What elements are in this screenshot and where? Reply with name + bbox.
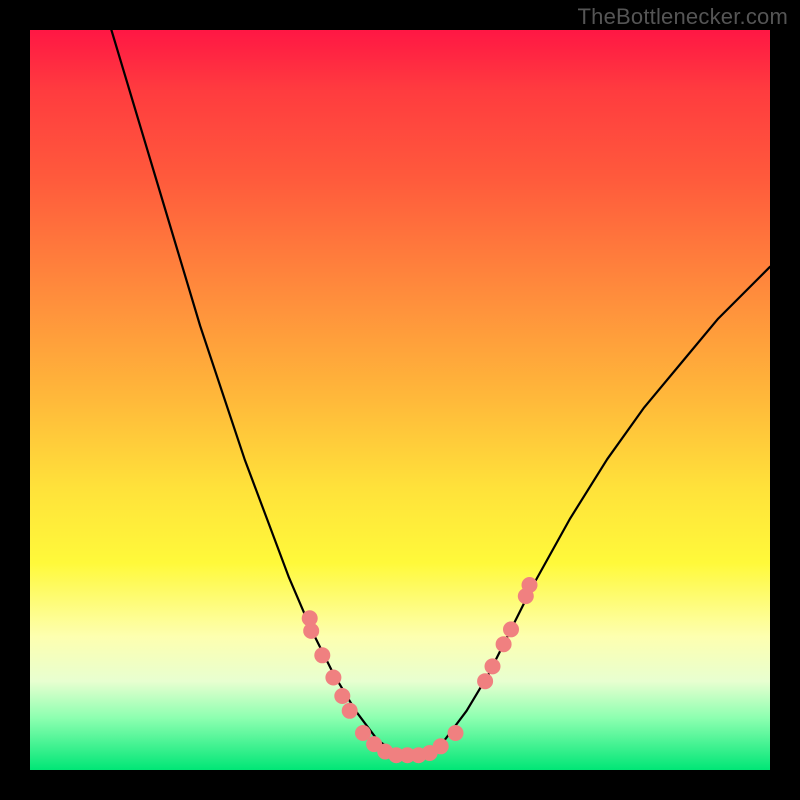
highlight-dot	[485, 658, 501, 674]
highlight-dot	[448, 725, 464, 741]
highlight-dot	[496, 636, 512, 652]
highlight-dot	[334, 688, 350, 704]
highlight-dot	[342, 703, 358, 719]
highlight-dot	[303, 623, 319, 639]
plot-area	[30, 30, 770, 770]
highlight-dot	[325, 670, 341, 686]
highlight-dot	[503, 621, 519, 637]
highlight-dot	[433, 738, 449, 754]
chart-svg	[30, 30, 770, 770]
bottleneck-curve	[111, 30, 770, 755]
highlight-dot	[477, 673, 493, 689]
highlight-dot	[314, 647, 330, 663]
highlight-dot	[522, 577, 538, 593]
chart-stage: TheBottlenecker.com	[0, 0, 800, 800]
highlight-dots	[302, 577, 538, 763]
watermark-text: TheBottlenecker.com	[578, 4, 788, 30]
